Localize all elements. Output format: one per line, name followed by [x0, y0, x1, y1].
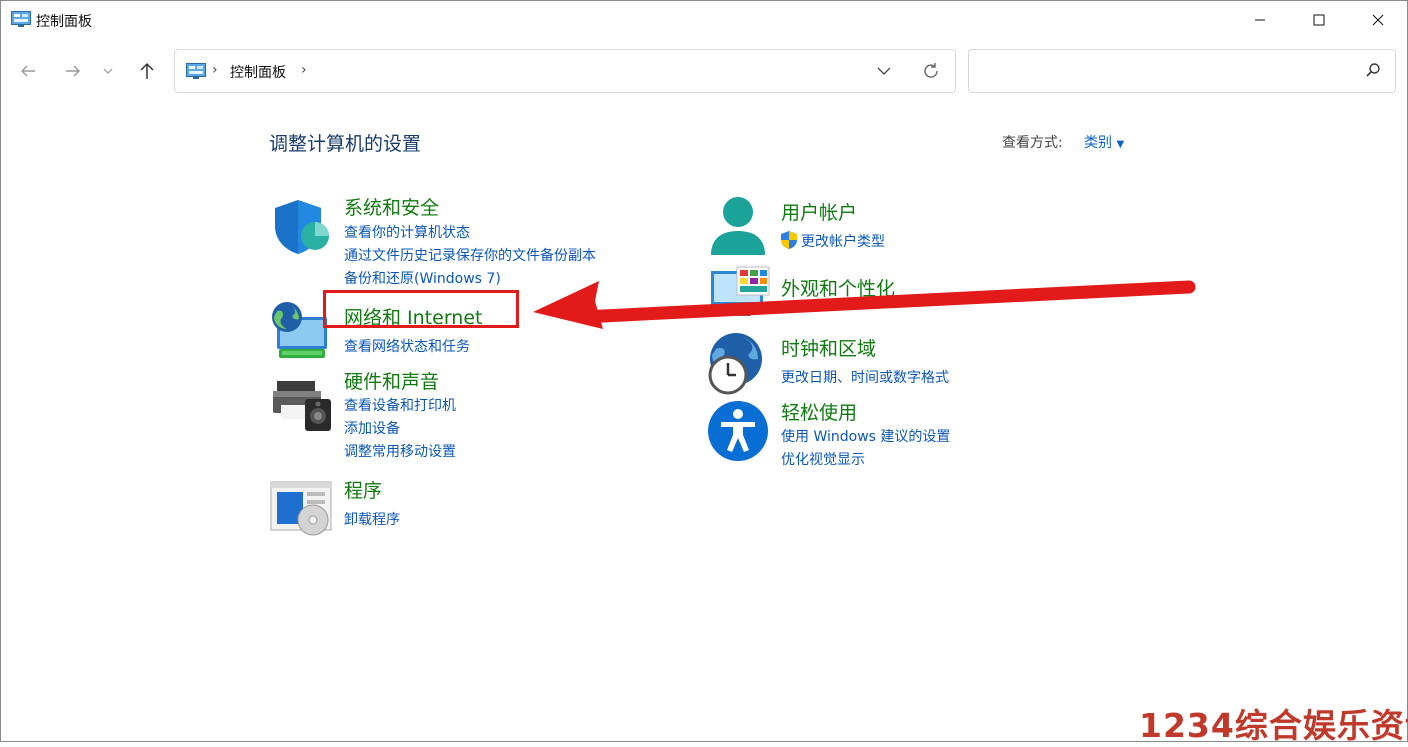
address-dropdown-icon[interactable]: [877, 67, 891, 75]
title-bar: 控制面板: [1, 1, 1407, 39]
view-by-value: 类别: [1084, 135, 1112, 151]
recent-locations-button[interactable]: [98, 59, 118, 83]
link-view-computer-status[interactable]: 查看你的计算机状态: [344, 222, 470, 242]
up-button[interactable]: [133, 59, 161, 83]
page-heading: 调整计算机的设置: [269, 133, 422, 155]
navigation-bar: › 控制面板 ›: [1, 47, 1407, 95]
link-file-history-backup[interactable]: 通过文件历史记录保存你的文件备份副本: [344, 245, 596, 265]
refresh-icon[interactable]: [922, 62, 940, 80]
close-button[interactable]: [1349, 1, 1407, 39]
link-backup-restore-win7[interactable]: 备份和还原(Windows 7): [344, 268, 501, 288]
back-button[interactable]: [14, 59, 42, 83]
forward-arrow-icon: [66, 65, 80, 77]
chevron-down-icon: [103, 68, 113, 74]
address-bar[interactable]: › 控制面板 ›: [174, 49, 956, 93]
forward-button[interactable]: [59, 59, 87, 83]
link-change-date-time-format[interactable]: 更改日期、时间或数字格式: [781, 367, 949, 387]
control-panel-icon: [186, 63, 206, 79]
minimize-icon: [1255, 19, 1265, 21]
close-icon: [1372, 14, 1384, 26]
link-uninstall-program[interactable]: 卸载程序: [344, 509, 400, 529]
accessibility-icon[interactable]: [707, 400, 769, 462]
minimize-button[interactable]: [1231, 1, 1289, 39]
maximize-icon: [1313, 14, 1325, 26]
dropdown-triangle-icon: ▼: [1116, 139, 1125, 150]
up-arrow-icon: [140, 62, 154, 79]
breadcrumb-separator[interactable]: ›: [301, 62, 307, 78]
view-by-label: 查看方式:: [1002, 135, 1063, 151]
maximize-button[interactable]: [1290, 1, 1348, 39]
printer-speaker-icon[interactable]: [271, 379, 333, 433]
link-mobility-settings[interactable]: 调整常用移动设置: [344, 441, 456, 461]
link-optimize-visual-display[interactable]: 优化视觉显示: [781, 449, 865, 469]
uac-shield-icon: [781, 231, 797, 249]
link-add-device[interactable]: 添加设备: [344, 418, 400, 438]
control-panel-window: 控制面板 › 控制面板 › 调整计算机的设置 查看方式: 类别 ▼ 系统和安全 …: [0, 0, 1408, 745]
back-arrow-icon: [21, 65, 35, 77]
control-panel-icon: [11, 11, 31, 27]
watermark-text: 1234综合娱乐资讯网: [1139, 706, 1408, 745]
link-network-status-tasks[interactable]: 查看网络状态和任务: [344, 336, 470, 356]
breadcrumb-separator: ›: [212, 62, 218, 78]
search-icon[interactable]: [1365, 62, 1381, 78]
annotation-arrow: [533, 280, 1196, 329]
link-devices-printers[interactable]: 查看设备和打印机: [344, 395, 456, 415]
shield-icon[interactable]: [271, 198, 331, 256]
category-user-accounts[interactable]: 用户帐户: [781, 198, 857, 225]
view-by-dropdown[interactable]: 类别 ▼: [1084, 132, 1124, 152]
link-change-account-type[interactable]: 更改帐户类型: [801, 231, 885, 251]
network-globe-icon[interactable]: [269, 299, 331, 361]
search-input[interactable]: [979, 59, 1353, 83]
window-title: 控制面板: [36, 14, 92, 30]
category-ease-of-access[interactable]: 轻松使用: [781, 398, 857, 425]
category-system-security[interactable]: 系统和安全: [344, 193, 439, 220]
breadcrumb-control-panel[interactable]: 控制面板: [230, 62, 286, 82]
search-box[interactable]: [968, 49, 1396, 93]
annotation-highlight-box: [323, 290, 519, 328]
category-programs[interactable]: 程序: [344, 476, 382, 503]
programs-icon[interactable]: [269, 480, 333, 538]
category-hardware-sound[interactable]: 硬件和声音: [344, 367, 439, 394]
link-windows-suggested-settings[interactable]: 使用 Windows 建议的设置: [781, 426, 950, 446]
user-icon[interactable]: [709, 195, 767, 257]
